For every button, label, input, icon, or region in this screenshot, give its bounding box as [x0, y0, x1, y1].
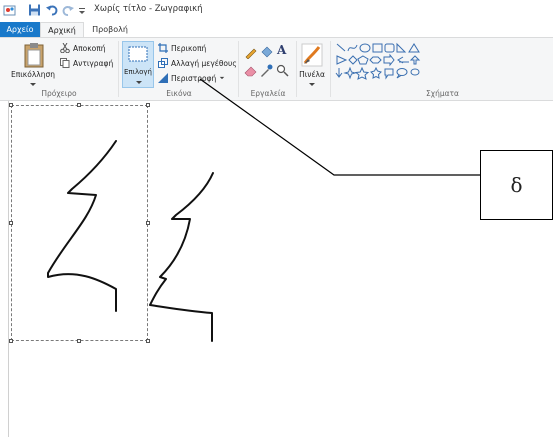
- rotate-button[interactable]: Περιστροφή: [158, 73, 225, 83]
- undo-icon[interactable]: [46, 3, 59, 17]
- group-divider: [118, 41, 119, 97]
- cut-label: Αποκοπή: [73, 43, 106, 53]
- resize-label: Αλλαγή μεγέθους: [171, 58, 237, 68]
- resize-button[interactable]: Αλλαγή μεγέθους: [158, 58, 237, 68]
- brush-icon[interactable]: [301, 43, 323, 67]
- tree-stroke-left: [47, 140, 117, 312]
- customize-toolbar-icon[interactable]: [78, 3, 86, 17]
- paste-button[interactable]: Επικόλληση: [2, 70, 64, 79]
- tools-group-label: Εργαλεία: [250, 89, 286, 98]
- select-button[interactable]: Επιλογή: [122, 41, 154, 88]
- chevron-down-icon: [136, 81, 142, 84]
- selection-rectangle-icon: [128, 46, 148, 62]
- select-label: Επιλογή: [123, 68, 152, 76]
- image-group-label: Εικόνα: [166, 89, 192, 98]
- shapes-gallery[interactable]: [335, 42, 445, 82]
- copy-label: Αντιγραφή: [73, 58, 114, 68]
- copy-button[interactable]: Αντιγραφή: [60, 58, 113, 68]
- cut-button[interactable]: Αποκοπή: [60, 43, 106, 53]
- paste-icon[interactable]: [23, 42, 45, 68]
- tree-stroke-right: [149, 172, 214, 342]
- save-icon[interactable]: [28, 3, 41, 17]
- tab-view[interactable]: Προβολή: [88, 22, 132, 37]
- chevron-down-icon[interactable]: [308, 82, 316, 87]
- group-divider: [330, 41, 331, 97]
- chevron-down-icon: [220, 76, 225, 80]
- resize-icon: [158, 58, 168, 68]
- fill-bucket-icon[interactable]: [260, 46, 273, 59]
- title-bar: Χωρίς τίτλο - Ζωγραφική: [0, 0, 553, 22]
- annotation-label-box: δ: [480, 150, 553, 220]
- rotate-icon: [158, 73, 168, 83]
- window-title: Χωρίς τίτλο - Ζωγραφική: [94, 4, 203, 14]
- tab-home[interactable]: Αρχική: [40, 22, 84, 37]
- ribbon: Επικόλληση Αποκοπή Αντιγραφή Πρόχειρο Επ…: [0, 37, 553, 101]
- tab-file[interactable]: Αρχείο: [0, 22, 40, 37]
- redo-icon[interactable]: [62, 3, 74, 17]
- copy-icon: [60, 58, 70, 68]
- drawing-canvas-area[interactable]: [0, 101, 553, 437]
- pencil-icon[interactable]: [244, 46, 257, 59]
- crop-label: Περικοπή: [171, 43, 207, 53]
- shapes-group-label: Σχήματα: [426, 89, 459, 98]
- crop-icon: [158, 43, 168, 53]
- color-picker-icon[interactable]: [260, 64, 273, 77]
- brushes-button[interactable]: Πινέλα: [297, 70, 327, 79]
- rotate-label: Περιστροφή: [171, 73, 217, 83]
- crop-button[interactable]: Περικοπή: [158, 43, 206, 53]
- freehand-drawing: [47, 140, 214, 342]
- group-divider: [296, 41, 297, 97]
- ribbon-tabs: Αρχείο Αρχική Προβολή: [0, 22, 553, 37]
- magnifier-icon[interactable]: [276, 64, 289, 77]
- group-divider: [238, 41, 239, 97]
- paint-app-icon[interactable]: [3, 3, 17, 17]
- chevron-down-icon[interactable]: [29, 82, 37, 87]
- annotation-label: δ: [510, 173, 523, 197]
- eraser-icon[interactable]: [244, 64, 257, 77]
- scissors-icon: [60, 43, 70, 53]
- clipboard-group-label: Πρόχειρο: [41, 89, 77, 98]
- text-tool-icon[interactable]: A: [277, 43, 286, 57]
